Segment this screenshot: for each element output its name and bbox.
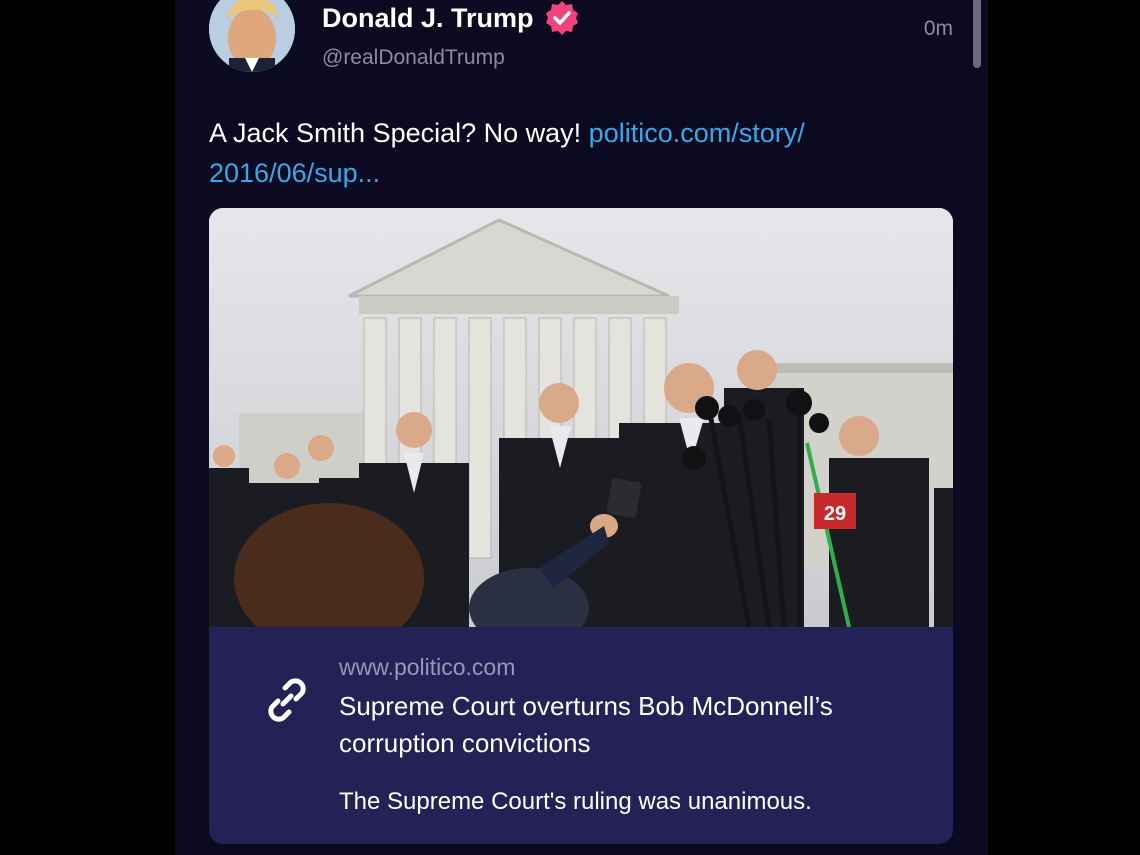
- post-text: A Jack Smith Special? No way! politico.c…: [209, 113, 929, 193]
- post-timestamp: 0m: [923, 17, 953, 40]
- author-name[interactable]: Donald J. Trump: [322, 3, 534, 34]
- author-handle[interactable]: @realDonaldTrump: [322, 46, 505, 70]
- author-row: Donald J. Trump: [322, 0, 580, 36]
- post-text-body: A Jack Smith Special? No way!: [209, 118, 589, 148]
- link-icon: [268, 678, 306, 722]
- link-card-description: The Supreme Court's ruling was unanimous…: [339, 788, 812, 815]
- verified-badge-icon: [545, 1, 578, 35]
- link-card-domain: www.politico.com: [339, 654, 516, 680]
- post-link[interactable]: politico.com/story/: [589, 118, 805, 148]
- link-preview-image[interactable]: 29: [209, 208, 953, 627]
- link-card-title[interactable]: Supreme Court overturns Bob McDonnell’s …: [339, 688, 929, 762]
- link-preview-card[interactable]: 29 www.politico.com Supreme Court overtu…: [209, 208, 953, 844]
- post-link-continued[interactable]: 2016/06/sup...: [209, 158, 380, 188]
- scrollbar[interactable]: [973, 0, 981, 68]
- news-badge-text: 29: [824, 503, 846, 525]
